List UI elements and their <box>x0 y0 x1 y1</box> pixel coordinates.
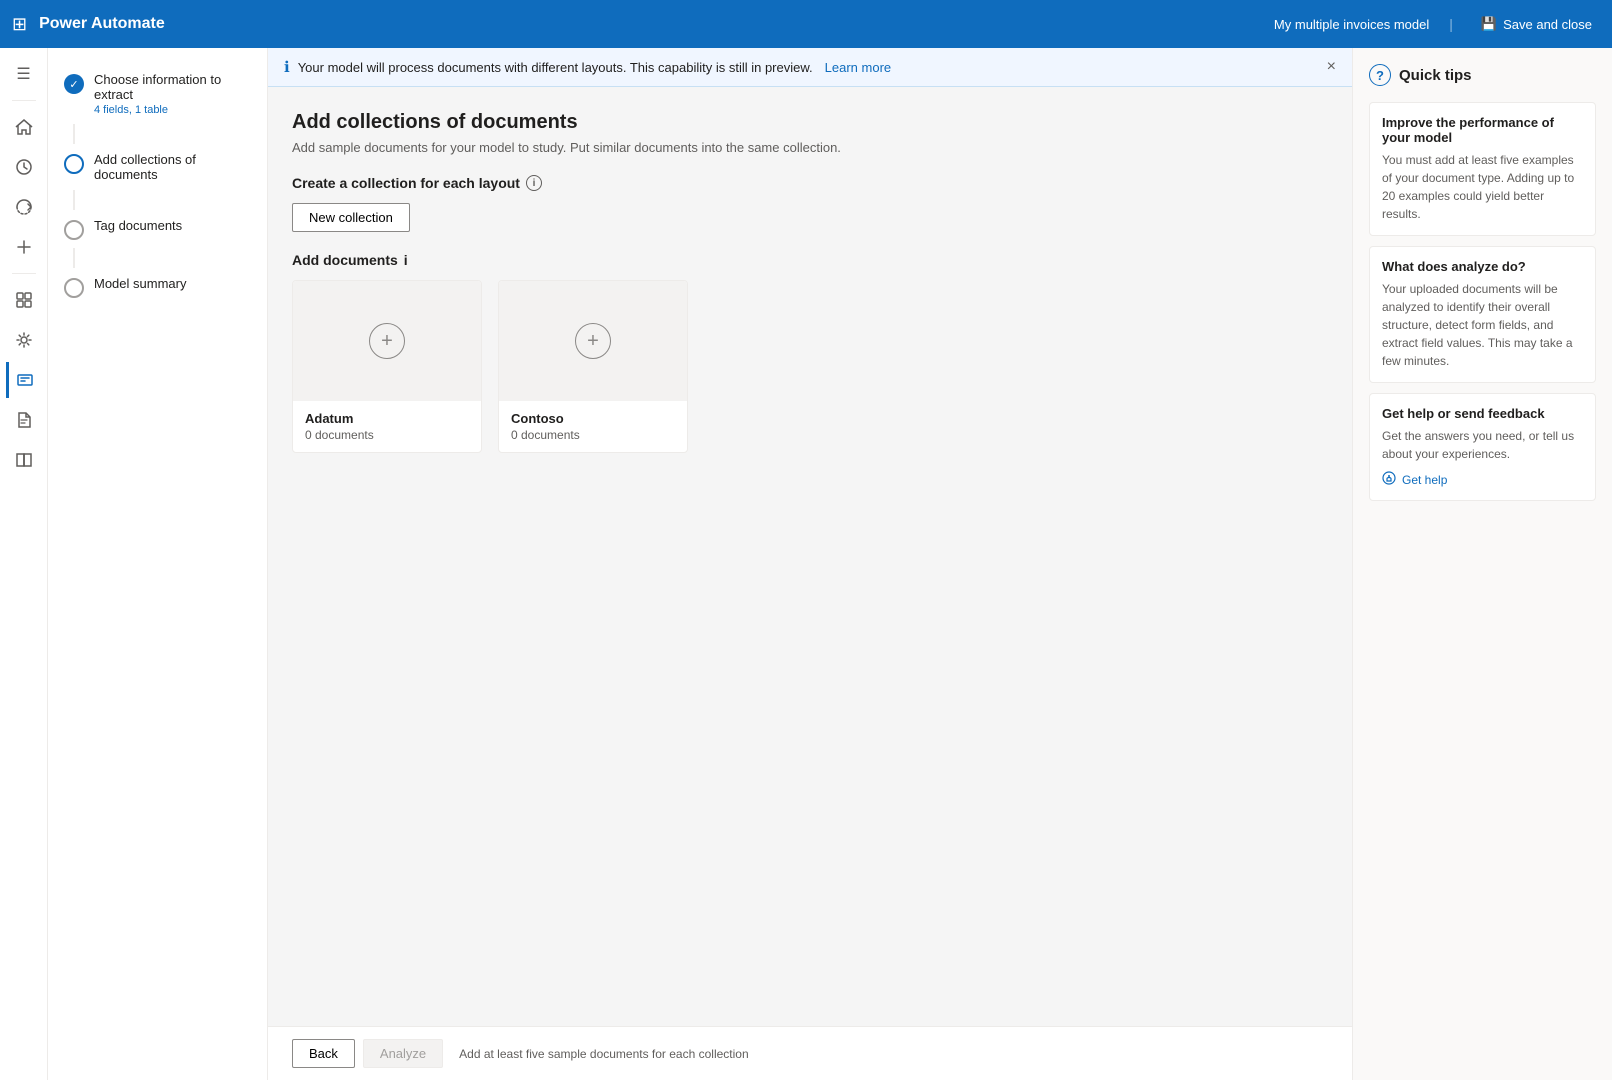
main-layout: ☰ <box>0 48 1612 1080</box>
step-3-label: Tag documents <box>94 218 182 233</box>
save-close-label: Save and close <box>1503 17 1592 32</box>
home-icon-btn[interactable] <box>6 109 42 145</box>
banner-close-button[interactable]: × <box>1327 58 1336 76</box>
card-count-contoso: 0 documents <box>511 428 675 442</box>
collection-card-adatum[interactable]: + Adatum 0 documents <box>292 280 482 453</box>
step-3-content: Tag documents <box>94 218 182 233</box>
card-count-adatum: 0 documents <box>305 428 469 442</box>
banner-text: Your model will process documents with d… <box>298 60 813 75</box>
add-document-adatum-icon: + <box>369 323 405 359</box>
new-collection-button[interactable]: New collection <box>292 203 410 232</box>
tip-card-1: What does analyze do? Your uploaded docu… <box>1369 246 1596 383</box>
add-icon-btn[interactable] <box>6 229 42 265</box>
create-collection-header: Create a collection for each layout i <box>292 175 1328 191</box>
card-image-adatum: + <box>293 281 481 401</box>
card-image-contoso: + <box>499 281 687 401</box>
apps-icon-btn[interactable] <box>6 282 42 318</box>
quick-tips-panel: ? Quick tips Improve the performance of … <box>1352 48 1612 1080</box>
menu-icon-btn[interactable]: ☰ <box>6 56 42 92</box>
book-icon-btn[interactable] <box>6 442 42 478</box>
ai-model-icon-btn[interactable] <box>6 322 42 358</box>
step-2-content: Add collections of documents <box>94 152 251 182</box>
save-close-button[interactable]: 💾 Save and close <box>1473 12 1600 36</box>
tip-0-title: Improve the performance of your model <box>1382 115 1583 145</box>
doc-icon-btn[interactable] <box>6 402 42 438</box>
add-documents-info-icon[interactable]: i <box>404 252 408 268</box>
flow-icon-btn[interactable] <box>6 189 42 225</box>
step-sidebar: ✓ Choose information to extract 4 fields… <box>48 48 268 1080</box>
bottom-bar: Back Analyze Add at least five sample do… <box>268 1026 1352 1080</box>
step-4-content: Model summary <box>94 276 186 291</box>
process-icon-btn[interactable] <box>6 362 42 398</box>
step-3-circle <box>64 220 84 240</box>
step-connector-2 <box>73 190 75 210</box>
page-subtitle: Add sample documents for your model to s… <box>292 140 1328 155</box>
step-1-label: Choose information to extract <box>94 72 251 102</box>
step-4-circle <box>64 278 84 298</box>
info-banner: ℹ Your model will process documents with… <box>268 48 1352 87</box>
activity-icon-btn[interactable] <box>6 149 42 185</box>
icon-sidebar: ☰ <box>0 48 48 1080</box>
card-info-contoso: Contoso 0 documents <box>499 401 687 452</box>
create-collection-info-icon[interactable]: i <box>526 175 542 191</box>
question-icon: ? <box>1369 64 1391 86</box>
check-icon: ✓ <box>69 78 78 91</box>
step-4-label: Model summary <box>94 276 186 291</box>
quick-tips-header: ? Quick tips <box>1369 64 1596 86</box>
add-document-contoso-icon: + <box>575 323 611 359</box>
app-title: Power Automate <box>39 15 1262 33</box>
card-name-contoso: Contoso <box>511 411 675 426</box>
tip-card-2: Get help or send feedback Get the answer… <box>1369 393 1596 501</box>
divider: | <box>1449 16 1453 32</box>
step-choose-info[interactable]: ✓ Choose information to extract 4 fields… <box>48 64 267 124</box>
page-title: Add collections of documents <box>292 111 1328 134</box>
back-button[interactable]: Back <box>292 1039 355 1068</box>
step-connector-3 <box>73 248 75 268</box>
tip-0-text: You must add at least five examples of y… <box>1382 151 1583 223</box>
model-name: My multiple invoices model <box>1274 17 1429 32</box>
tip-2-text: Get the answers you need, or tell us abo… <box>1382 427 1583 463</box>
save-icon: 💾 <box>1481 16 1497 32</box>
add-documents-label: Add documents <box>292 252 398 268</box>
topbar: ⊞ Power Automate My multiple invoices mo… <box>0 0 1612 48</box>
content-area: Add collections of documents Add sample … <box>268 87 1352 1026</box>
quick-tips-title: Quick tips <box>1399 67 1472 84</box>
analyze-hint: Add at least five sample documents for e… <box>459 1047 749 1061</box>
tip-2-title: Get help or send feedback <box>1382 406 1583 421</box>
step-1-circle: ✓ <box>64 74 84 94</box>
card-info-adatum: Adatum 0 documents <box>293 401 481 452</box>
add-documents-header: Add documents i <box>292 252 1328 268</box>
analyze-button: Analyze <box>363 1039 443 1068</box>
tip-1-title: What does analyze do? <box>1382 259 1583 274</box>
get-help-link[interactable]: Get help <box>1382 471 1583 488</box>
step-1-content: Choose information to extract 4 fields, … <box>94 72 251 116</box>
step-model-summary[interactable]: Model summary <box>48 268 267 306</box>
grid-icon[interactable]: ⊞ <box>12 14 27 35</box>
learn-more-link[interactable]: Learn more <box>825 60 891 75</box>
step-2-circle <box>64 154 84 174</box>
get-help-icon <box>1382 471 1396 488</box>
main-content: ℹ Your model will process documents with… <box>268 48 1352 1080</box>
create-collection-label: Create a collection for each layout <box>292 175 520 191</box>
info-icon: ℹ <box>284 58 290 76</box>
tip-card-0: Improve the performance of your model Yo… <box>1369 102 1596 236</box>
card-name-adatum: Adatum <box>305 411 469 426</box>
step-2-label: Add collections of documents <box>94 152 251 182</box>
collection-card-contoso[interactable]: + Contoso 0 documents <box>498 280 688 453</box>
get-help-label: Get help <box>1402 473 1447 487</box>
step-connector-1 <box>73 124 75 144</box>
tip-1-text: Your uploaded documents will be analyzed… <box>1382 280 1583 370</box>
step-add-collections[interactable]: Add collections of documents <box>48 144 267 190</box>
collections-row: + Adatum 0 documents + Contoso 0 documen… <box>292 280 1328 453</box>
step-tag-documents[interactable]: Tag documents <box>48 210 267 248</box>
step-1-sublabel: 4 fields, 1 table <box>94 104 251 116</box>
